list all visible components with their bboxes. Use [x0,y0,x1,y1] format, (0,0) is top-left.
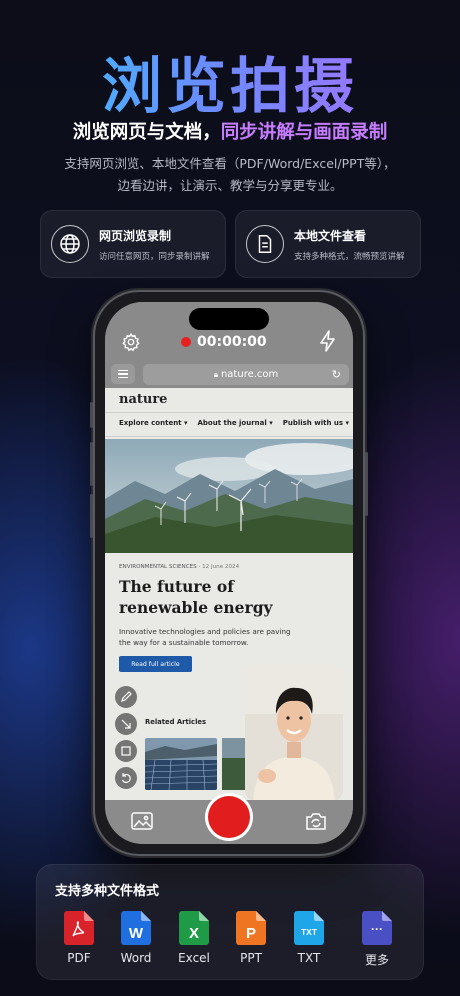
annotation-toolbar [115,686,137,789]
record-dot-icon [181,337,191,347]
recording-timer: 00:00:00 [181,334,267,350]
arrow-icon[interactable] [115,713,137,735]
camera-overlay-presenter[interactable] [245,664,343,800]
phone-side-button [90,442,93,486]
hero-subtitle: 浏览网页与文档，同步讲解与画面录制 [0,118,460,144]
feature-desc: 支持多种格式，流畅预览讲解 [294,251,405,262]
ppt-icon: P [236,911,266,945]
lock-icon: 🔒︎ [213,369,218,379]
format-label: PPT [240,951,262,965]
web-page: nature Explore content ▾ About the journ… [105,388,353,800]
gear-icon[interactable] [121,332,141,356]
phone-side-button [365,452,368,516]
format-label: 更多 [364,953,389,967]
more-icon: ··· [362,911,392,945]
menu-icon[interactable] [111,364,135,384]
desc-line-2: 边看边讲，让演示、教学与分享更专业。 [117,178,343,193]
feature-card-local[interactable]: 本地文件查看 支持多种格式，流畅预览讲解 [235,210,421,278]
excel-icon: X [179,911,209,945]
formats-title: 支持多种文件格式 [55,884,160,899]
format-label: PDF [67,951,91,965]
url-text: nature.com [220,369,279,380]
phone-mockup: 00:00:00 🔒︎ nature.com ↻ nature Explore c… [90,290,368,856]
nav-item[interactable]: About the journal ▾ [197,419,272,427]
svg-text:P: P [246,925,256,942]
subtitle-white: 浏览网页与文档， [72,122,221,143]
record-button[interactable] [205,793,253,841]
supported-formats-panel: 支持多种文件格式 PDF W Word X Excel P PPT TXT TX… [36,864,424,980]
hero-description: 支持网页浏览、本地文件查看（PDF/Word/Excel/PPT等）， 边看边讲… [30,153,430,197]
address-bar[interactable]: 🔒︎ nature.com ↻ [143,364,349,385]
recorder-bottom-bar [105,793,353,844]
flash-icon[interactable] [319,330,337,356]
solar-panel-thumbnail[interactable] [145,738,217,790]
hero-title: 浏览拍摄 [0,38,460,125]
undo-icon[interactable] [115,767,137,789]
feature-title: 网页浏览录制 [99,228,172,243]
phone-side-button [90,494,93,538]
format-word[interactable]: W Word [116,911,156,965]
related-articles-heading: Related Articles [145,718,207,726]
record-button-inner [208,796,250,838]
site-nav: Explore content ▾ About the journal ▾ Pu… [119,419,349,427]
article-headline: The future of renewable energy [119,577,273,617]
feature-desc: 访问任意网页，同步录制讲解 [99,251,210,262]
gallery-icon[interactable] [131,812,153,834]
feature-card-web[interactable]: 网页浏览录制 访问任意网页，同步录制讲解 [40,210,226,278]
desc-line-1: 支持网页浏览、本地文件查看（PDF/Word/Excel/PPT等）， [64,156,396,171]
word-icon: W [121,911,151,945]
timer-text: 00:00:00 [197,334,267,350]
phone-screen: 00:00:00 🔒︎ nature.com ↻ nature Explore c… [105,302,353,844]
article-kicker: ENVIRONMENTAL SCIENCES · 12 June 2024 [119,564,240,570]
browser-address-row: 🔒︎ nature.com ↻ [105,362,353,388]
format-pdf[interactable]: PDF [59,911,99,965]
site-logo[interactable]: nature [119,392,167,407]
format-excel[interactable]: X Excel [174,911,214,965]
format-label: Word [120,951,152,965]
wind-turbine-hero-image [105,439,353,553]
read-full-article-button[interactable]: Read full article [119,656,192,672]
reload-icon[interactable]: ↻ [332,368,341,381]
svg-text:TXT: TXT [301,927,318,937]
document-icon [246,225,284,263]
format-label: TXT [297,951,321,965]
feature-title: 本地文件查看 [294,228,367,243]
subtitle-purple: 同步讲解与画面录制 [220,122,388,143]
phone-side-button [90,402,93,428]
svg-text:X: X [189,925,199,942]
nav-item[interactable]: Publish with us ▾ [283,419,349,427]
article-standfirst: Innovative technologies and policies are… [119,627,291,647]
txt-icon: TXT [294,911,324,945]
format-ppt[interactable]: P PPT [231,911,271,965]
format-more[interactable]: ··· 更多 [357,911,397,968]
rectangle-icon[interactable] [115,740,137,762]
globe-icon [51,225,89,263]
svg-text:···: ··· [371,922,383,936]
pencil-icon[interactable] [115,686,137,708]
dynamic-island [189,308,269,330]
nav-item[interactable]: Explore content ▾ [119,419,187,427]
format-label: Excel [178,951,210,965]
format-txt[interactable]: TXT TXT [289,911,329,965]
recorder-top-bar: 00:00:00 [105,302,353,362]
flip-camera-icon[interactable] [305,812,327,834]
svg-text:W: W [129,925,144,942]
pdf-icon [64,911,94,945]
